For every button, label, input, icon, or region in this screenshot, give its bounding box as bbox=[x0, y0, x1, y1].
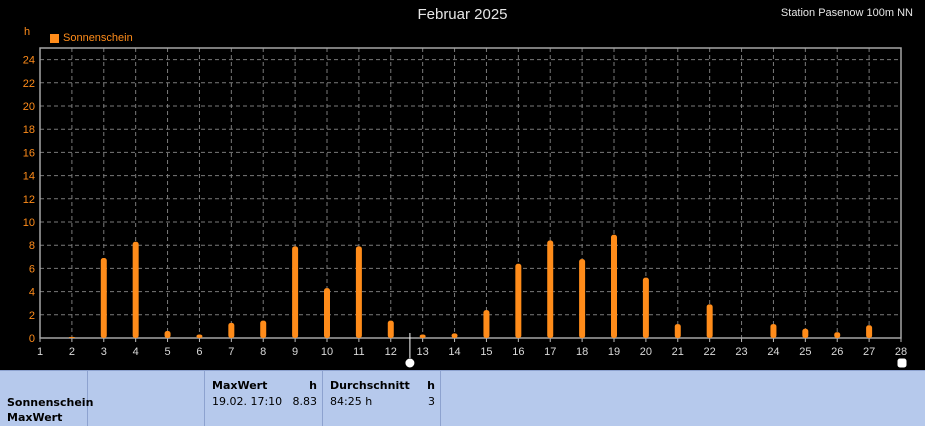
x-tick-label: 23 bbox=[735, 346, 747, 358]
y-tick-label: 22 bbox=[23, 78, 35, 90]
max-time: 19.02. 17:10 bbox=[212, 395, 283, 408]
x-tick-label: 25 bbox=[799, 346, 811, 358]
bar bbox=[355, 246, 362, 338]
y-tick-label: 20 bbox=[23, 101, 35, 113]
bar bbox=[68, 336, 75, 338]
y-tick-label: 14 bbox=[23, 171, 35, 183]
y-tick-label: 18 bbox=[23, 124, 35, 136]
y-tick-label: 2 bbox=[29, 310, 35, 322]
stats-row-label-sonnenschein: Sonnenschein bbox=[7, 396, 94, 409]
max-value: 8.83 bbox=[292, 395, 318, 408]
stats-panel: Sonnenschein MaxWert MaxWert h 19.02. 17… bbox=[0, 370, 925, 426]
bar bbox=[866, 325, 873, 338]
x-tick-label: 7 bbox=[228, 346, 234, 358]
max-unit: h bbox=[309, 379, 317, 392]
range-handle-left bbox=[404, 357, 416, 369]
x-tick-label: 8 bbox=[260, 346, 266, 358]
x-tick-label: 3 bbox=[101, 346, 107, 358]
x-tick-label: 5 bbox=[164, 346, 170, 358]
stats-avg-cell: Durchschnitt h 84:25 h 3 bbox=[323, 371, 441, 426]
x-tick-label: 21 bbox=[672, 346, 684, 358]
bar bbox=[706, 304, 713, 338]
max-header: MaxWert bbox=[212, 379, 268, 392]
x-tick-label: 24 bbox=[767, 346, 779, 358]
x-tick-label: 26 bbox=[831, 346, 843, 358]
y-tick-label: 6 bbox=[29, 263, 35, 275]
x-tick-label: 22 bbox=[704, 346, 716, 358]
x-tick-label: 13 bbox=[417, 346, 429, 358]
x-tick-label: 18 bbox=[576, 346, 588, 358]
x-tick-label: 6 bbox=[196, 346, 202, 358]
station-label: Station Pasenow 100m NN bbox=[780, 7, 913, 19]
y-tick-label: 12 bbox=[23, 194, 35, 206]
legend-label: Sonnenschein bbox=[63, 32, 133, 44]
x-tick-label: 9 bbox=[292, 346, 298, 358]
bar bbox=[164, 331, 171, 338]
bar bbox=[100, 257, 107, 338]
bar bbox=[674, 324, 681, 338]
x-tick-label: 1 bbox=[37, 346, 43, 358]
avg-header: Durchschnitt bbox=[330, 379, 410, 392]
y-tick-label: 24 bbox=[23, 55, 35, 67]
bar bbox=[324, 288, 330, 338]
x-tick-label: 17 bbox=[544, 346, 556, 358]
avg-total: 84:25 h bbox=[330, 395, 373, 408]
x-tick-label: 19 bbox=[608, 346, 620, 358]
bar bbox=[132, 241, 139, 338]
y-tick-label: 0 bbox=[29, 333, 35, 345]
avg-value: 3 bbox=[428, 395, 435, 408]
x-tick-label: 28 bbox=[895, 346, 907, 358]
y-unit-label: h bbox=[24, 26, 31, 38]
x-tick-label: 11 bbox=[353, 346, 364, 358]
bar bbox=[387, 320, 394, 338]
bar bbox=[515, 263, 522, 338]
plot-frame bbox=[39, 47, 902, 339]
bar bbox=[802, 328, 809, 338]
bar bbox=[260, 320, 267, 338]
avg-unit: h bbox=[427, 379, 435, 392]
legend-swatch bbox=[50, 33, 59, 43]
bar bbox=[834, 332, 841, 338]
stats-row-label-maxwert: MaxWert bbox=[7, 411, 63, 424]
x-tick-label: 16 bbox=[512, 346, 524, 358]
chart-area: 0 2 4 6 8 10 12 14 16 18 20 22 24 1 2 3 4 5 6 7 8 9 10 11 12 13 14… bbox=[0, 0, 925, 370]
y-tick-label: 4 bbox=[29, 287, 35, 299]
legend: Sonnenschein bbox=[50, 32, 133, 44]
x-tick-label: 12 bbox=[385, 346, 397, 358]
bar bbox=[196, 334, 203, 338]
stats-max-cell: MaxWert h 19.02. 17:10 8.83 bbox=[205, 371, 323, 426]
bar bbox=[451, 333, 458, 338]
x-tick-label: 2 bbox=[69, 346, 75, 358]
y-tick-label: 8 bbox=[29, 240, 35, 252]
bar bbox=[228, 322, 235, 338]
bar bbox=[547, 240, 554, 338]
bar bbox=[611, 234, 617, 338]
bar bbox=[642, 277, 649, 338]
x-tick-label: 15 bbox=[480, 346, 492, 358]
chart-svg: 0246810121416182022241 2 3 4 5 6 7 8 9 10 11 12 13 14… bbox=[23, 47, 908, 369]
bar bbox=[483, 310, 490, 338]
bar bbox=[579, 259, 586, 338]
bar bbox=[419, 334, 426, 338]
stats-label-cell: Sonnenschein MaxWert bbox=[0, 371, 93, 426]
x-tick-label: 4 bbox=[133, 346, 139, 358]
x-tick-label: 20 bbox=[640, 346, 652, 358]
bar bbox=[292, 246, 299, 338]
x-tick-label: 14 bbox=[448, 346, 460, 358]
stats-empty-cell bbox=[88, 371, 205, 426]
range-handle-right bbox=[896, 357, 908, 369]
bar bbox=[770, 324, 777, 338]
y-tick-label: 16 bbox=[23, 147, 35, 159]
y-tick-label: 10 bbox=[23, 217, 35, 229]
x-tick-label: 27 bbox=[863, 346, 875, 358]
x-tick-label: 10 bbox=[321, 346, 333, 358]
